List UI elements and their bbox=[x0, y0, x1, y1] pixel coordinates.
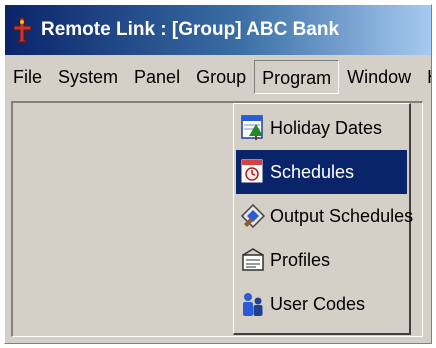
menu-item-label: User Codes bbox=[270, 293, 366, 314]
menu-item-schedules[interactable]: Schedules bbox=[236, 150, 407, 194]
menu-item-label: Holiday Dates bbox=[270, 117, 383, 138]
window-title: Remote Link : [Group] ABC Bank bbox=[41, 19, 340, 40]
menu-item-label: Output Schedules bbox=[270, 205, 414, 226]
menu-file[interactable]: File bbox=[5, 60, 50, 94]
menu-item-label: Profiles bbox=[270, 249, 331, 270]
menu-item-holiday-dates[interactable]: Holiday Dates bbox=[236, 106, 407, 150]
menu-help[interactable]: Help bbox=[419, 60, 431, 94]
menu-item-profiles[interactable]: Profiles bbox=[236, 238, 407, 282]
menu-program[interactable]: Program bbox=[254, 60, 340, 94]
menu-item-user-codes[interactable]: User Codes bbox=[236, 282, 407, 326]
menu-item-label: Schedules bbox=[270, 161, 355, 182]
user-codes-icon bbox=[243, 293, 263, 316]
menu-window[interactable]: Window bbox=[339, 60, 419, 94]
remote-link-app-icon bbox=[13, 17, 32, 43]
menu-group[interactable]: Group bbox=[188, 60, 254, 94]
output-schedule-icon bbox=[240, 203, 266, 229]
menu-system[interactable]: System bbox=[50, 60, 126, 94]
menu-bar: File System Panel Group Program Window H… bbox=[5, 55, 431, 99]
menu-panel[interactable]: Panel bbox=[126, 60, 188, 94]
calendar-tree-icon bbox=[241, 115, 263, 140]
menu-item-output-schedules[interactable]: Output Schedules bbox=[236, 194, 413, 238]
app-window: Remote Link : [Group] ABC Bank File Syst… bbox=[4, 4, 432, 344]
schedule-clock-icon bbox=[241, 159, 263, 183]
profiles-icon bbox=[242, 248, 264, 271]
program-dropdown-menu: Holiday Dates Schedules Output Schedules bbox=[233, 103, 413, 335]
title-bar[interactable]: Remote Link : [Group] ABC Bank bbox=[5, 5, 431, 55]
